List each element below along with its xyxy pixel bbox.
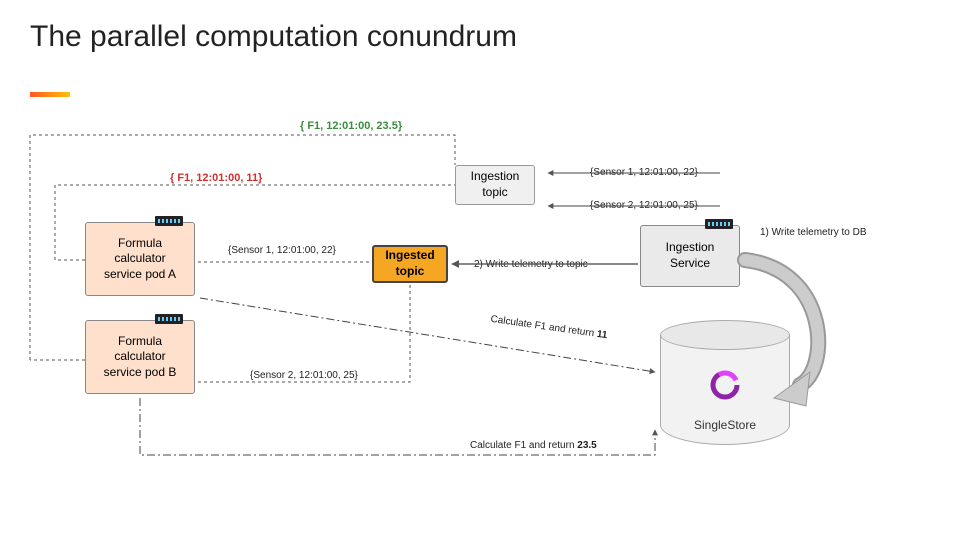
msg-sensor2-b: {Sensor 2, 12:01:00, 25} xyxy=(250,370,358,381)
msg-sensor1-a: {Sensor 1, 12:01:00, 22} xyxy=(228,245,336,256)
calc-b-label: Calculate F1 and return 23.5 xyxy=(470,440,597,451)
page-title: The parallel computation conundrum xyxy=(30,20,517,54)
chip-icon xyxy=(705,219,733,229)
ingestion-topic-label: Ingestion topic xyxy=(464,169,526,200)
result-red: { F1, 12:01:00, 11} xyxy=(170,172,262,184)
ingestion-topic: Ingestion topic xyxy=(455,165,535,205)
result-green: { F1, 12:01:00, 23.5} xyxy=(300,120,402,132)
msg-sensor1: {Sensor 1, 12:01:00, 22} xyxy=(590,167,698,178)
ingested-topic: Ingested topic xyxy=(372,245,448,283)
database-label: SingleStore xyxy=(660,418,790,432)
formula-pod-b: Formula calculator service pod B xyxy=(85,320,195,394)
chip-icon xyxy=(155,216,183,226)
ingestion-service-label: Ingestion Service xyxy=(649,240,731,271)
ingested-topic-label: Ingested topic xyxy=(382,248,438,279)
formula-pod-a: Formula calculator service pod A xyxy=(85,222,195,296)
pod-b-label: Formula calculator service pod B xyxy=(94,334,186,381)
chip-icon xyxy=(155,314,183,324)
step-2-label: 2) Write telemetry to topic xyxy=(474,259,588,270)
accent-bar xyxy=(30,92,70,97)
calc-b-text: Calculate F1 and return 23.5 xyxy=(470,440,597,451)
database: SingleStore xyxy=(660,320,790,450)
singlestore-logo-icon xyxy=(708,368,742,407)
calc-a-text: Calculate F1 and return 11 xyxy=(490,314,608,341)
msg-sensor2: {Sensor 2, 12:01:00, 25} xyxy=(590,200,698,211)
step-1-label: 1) Write telemetry to DB xyxy=(760,227,867,238)
ingestion-service: Ingestion Service xyxy=(640,225,740,287)
calc-a-label: Calculate F1 and return 11 xyxy=(490,314,608,341)
pod-a-label: Formula calculator service pod A xyxy=(94,236,186,283)
